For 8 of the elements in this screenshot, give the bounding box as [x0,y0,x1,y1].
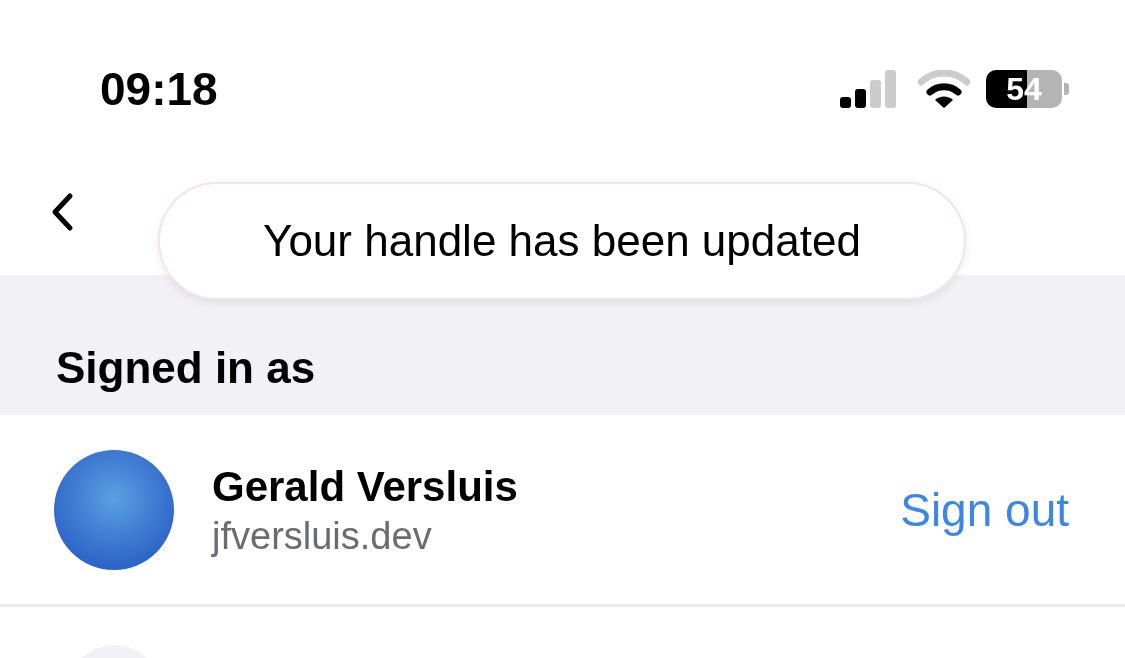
account-handle: jfversluis.dev [212,513,433,559]
section-heading: Signed in as [56,343,316,393]
toast-message: Your handle has been updated [158,182,966,300]
status-time: 09:18 [100,62,218,116]
sign-out-link[interactable]: Sign out [900,482,1069,537]
wifi-icon [918,70,970,108]
signal-icon [840,70,898,108]
account-name: Gerald Versluis [212,461,519,512]
